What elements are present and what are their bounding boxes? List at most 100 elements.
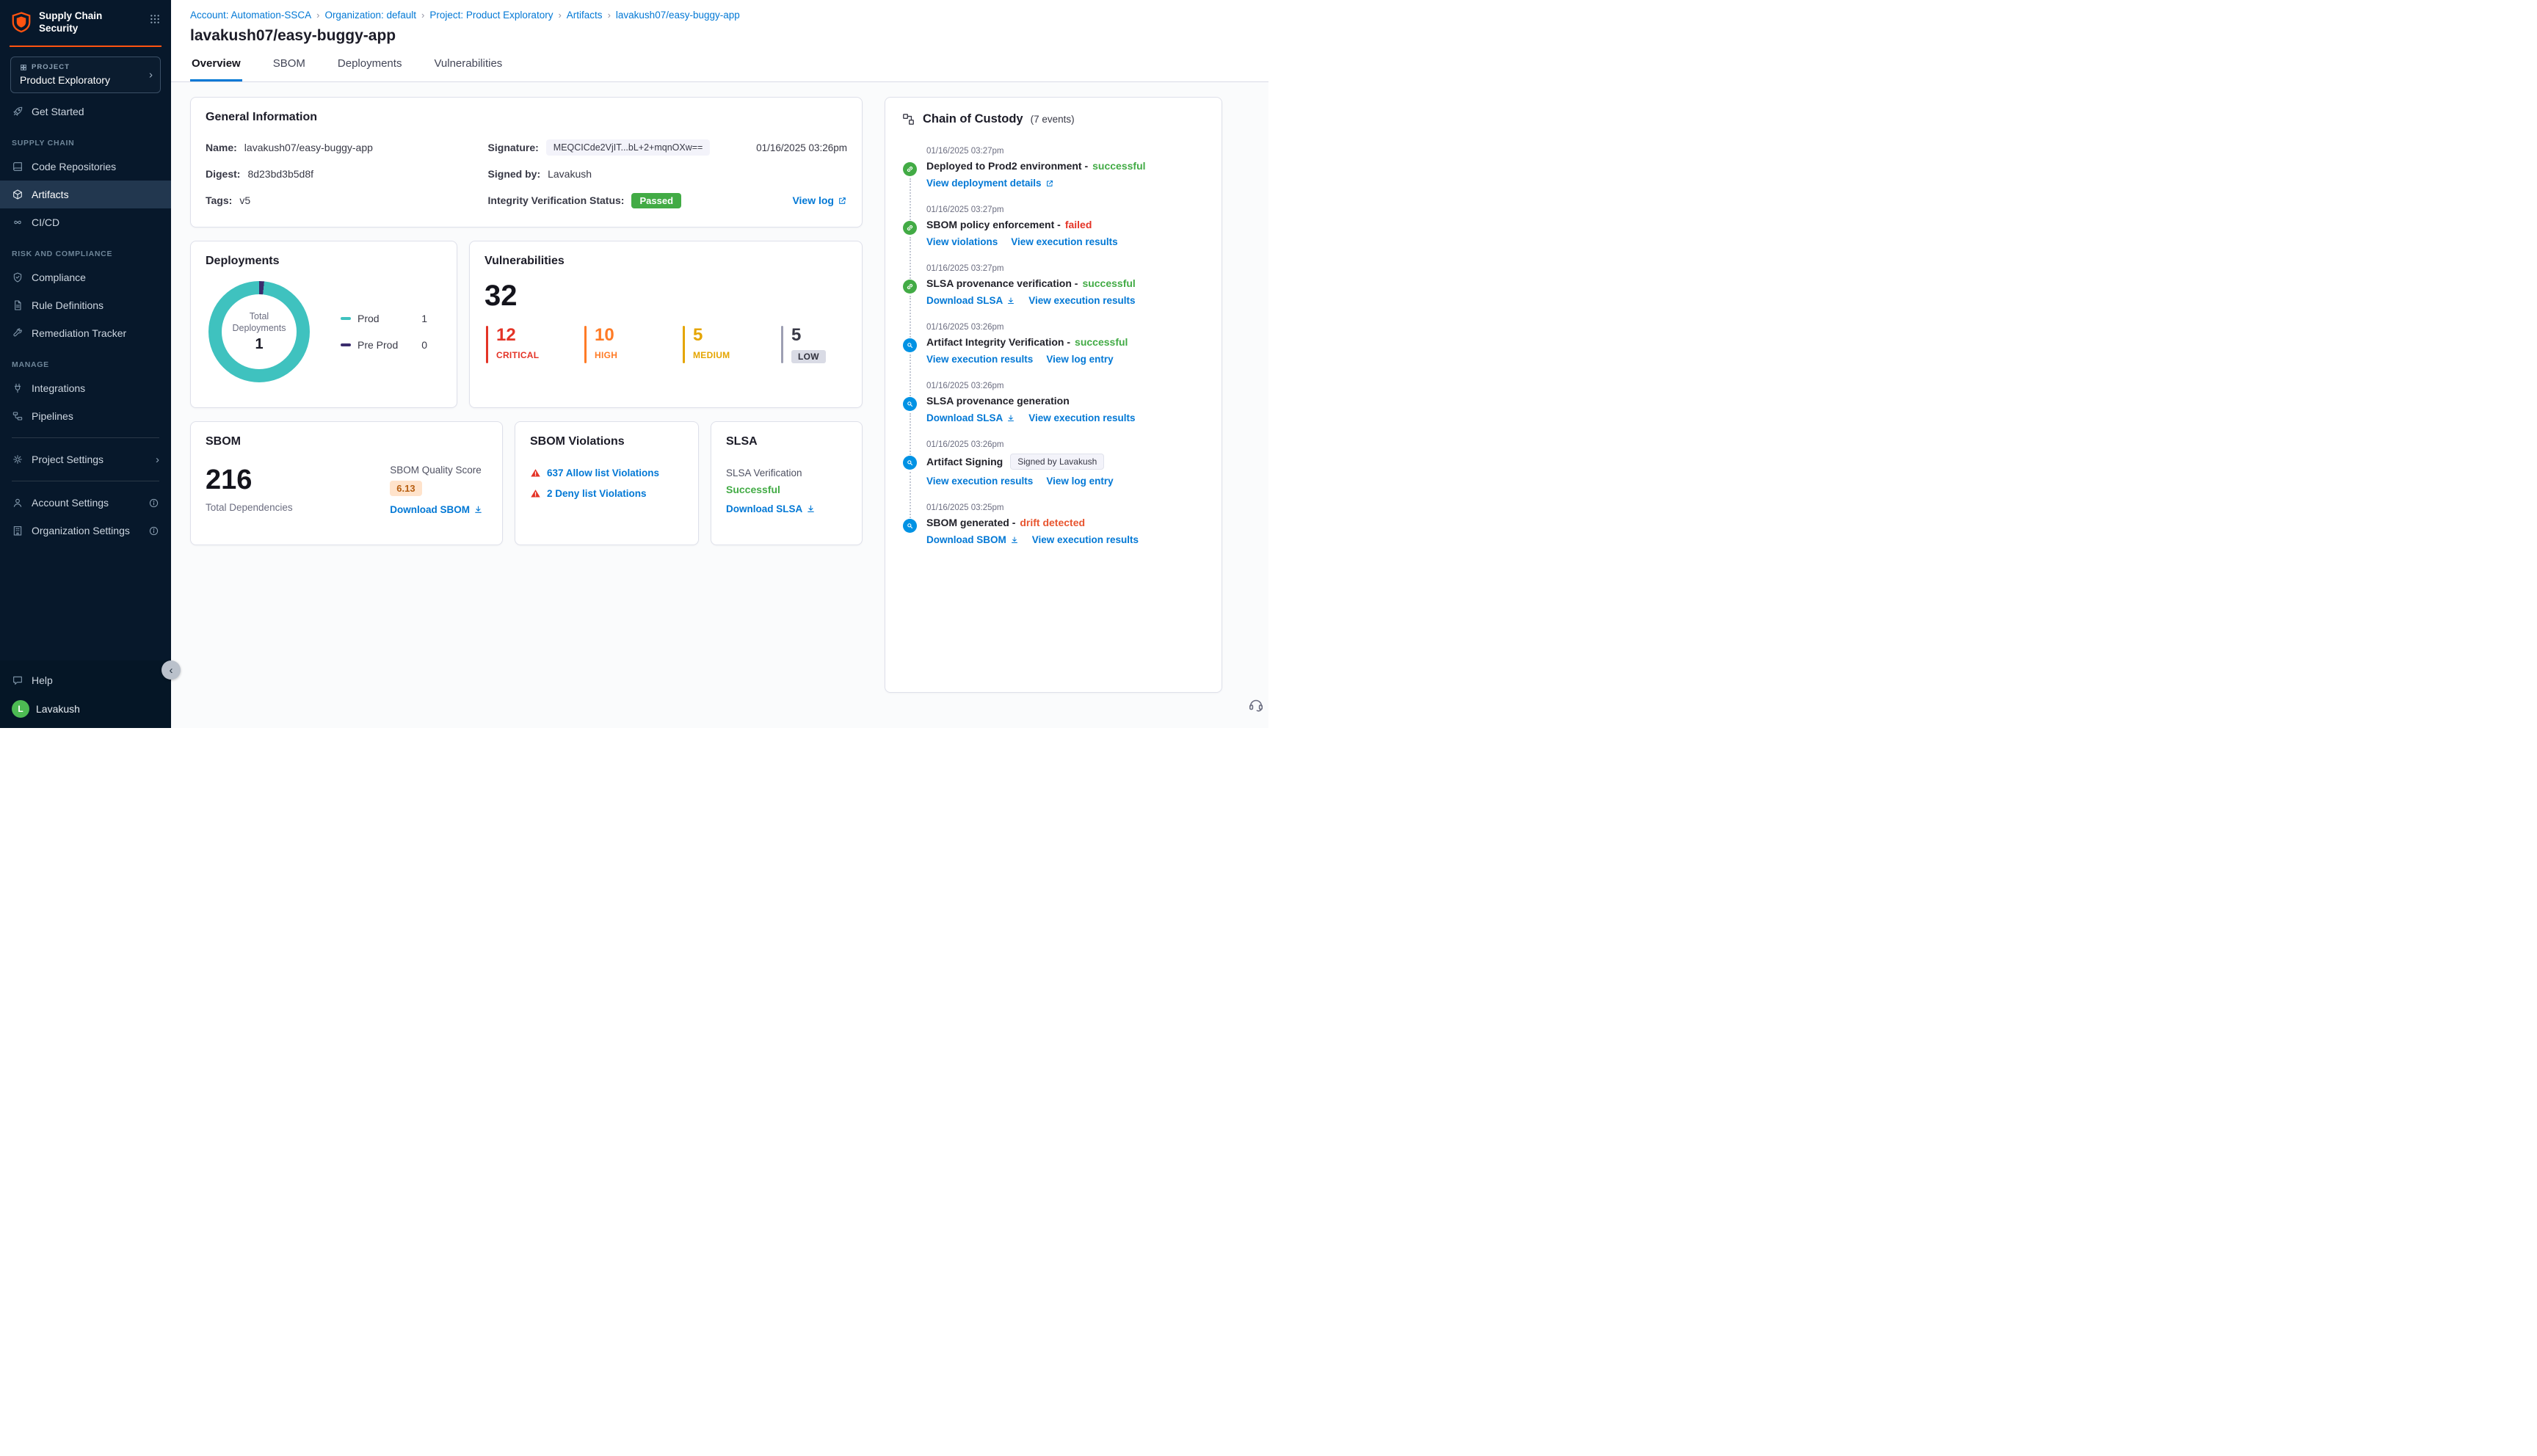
event-title: SBOM policy enforcement - failed [926,219,1092,230]
pipelines-icon [12,410,23,422]
card-title: Deployments [206,255,280,267]
breadcrumb-current[interactable]: lavakush07/easy-buggy-app [616,10,740,21]
breadcrumb-organization[interactable]: Organization: default [324,10,416,21]
severity-bar [683,326,685,364]
view-execution-results-link[interactable]: View execution results [926,476,1033,487]
download-icon [475,506,482,513]
view-log-entry-link[interactable]: View log entry [1046,354,1113,365]
breadcrumb-separator [608,10,611,21]
view-log-entry-link[interactable]: View log entry [1046,476,1113,487]
allow-list-violations-link[interactable]: 637 Allow list Violations [547,467,659,478]
card-title: SBOM [206,435,241,448]
supply-chain-security-logo-icon [10,11,32,37]
project-selector[interactable]: PROJECT Product Exploratory [10,57,161,93]
view-violations-link[interactable]: View violations [926,236,998,247]
event-links: View violations View execution results [926,236,1205,247]
sidebar-item-label: Pipelines [32,410,73,422]
sidebar-item-project-settings[interactable]: Project Settings [0,445,171,473]
event-timestamp: 01/16/2025 03:27pm [926,205,1004,214]
sidebar-item-artifacts[interactable]: Artifacts [0,181,171,208]
legend-swatch [341,317,351,320]
sidebar-collapse-button[interactable] [161,660,181,680]
tab-overview[interactable]: Overview [190,54,242,81]
card-title: General Information [206,111,318,123]
sidebar-item-integrations[interactable]: Integrations [0,374,171,402]
artifact-name: lavakush07/easy-buggy-app [244,142,373,153]
allow-list-violations-row: 637 Allow list Violations [530,467,683,478]
custody-event-slsa-generation: 01/16/2025 03:26pm SLSA provenance gener… [903,382,1205,455]
breadcrumb-account[interactable]: Account: Automation-SSCA [190,10,311,21]
breadcrumb-artifacts[interactable]: Artifacts [567,10,603,21]
view-deployment-details-link[interactable]: View deployment details [926,178,1054,189]
shield-check-icon [12,272,23,283]
download-icon [1011,536,1017,543]
deployments-card: Deployments Total Deployments 1 Prod 1 P… [190,241,457,408]
view-execution-results-link[interactable]: View execution results [1028,295,1135,306]
sidebar-item-pipelines[interactable]: Pipelines [0,402,171,430]
sidebar-item-label: Code Repositories [32,161,117,172]
sidebar-item-account-settings[interactable]: Account Settings [0,489,171,517]
download-slsa-link[interactable]: Download SLSA [926,412,1015,423]
chain-of-custody-title: Chain of Custody [923,112,1023,125]
page-header: Account: Automation-SSCA Organization: d… [171,0,1268,82]
breadcrumb: Account: Automation-SSCA Organization: d… [190,10,1249,21]
sidebar-section-supply-chain: SUPPLY CHAIN [12,139,75,148]
page: Supply Chain Security PROJECT Product Ex… [0,0,1268,728]
deny-list-violations-link[interactable]: 2 Deny list Violations [547,488,647,499]
sidebar-item-rule-definitions[interactable]: Rule Definitions [0,291,171,319]
custody-event-sbom-generated: 01/16/2025 03:25pm SBOM generated - drif… [903,503,1205,562]
verification-icon [903,456,917,470]
rocket-icon [12,106,23,117]
support-headset-icon[interactable] [1248,696,1264,716]
user-name: Lavakush [36,703,80,715]
tab-deployments[interactable]: Deployments [336,54,404,81]
severity-low: 5 LOW [781,325,835,364]
sidebar-item-help[interactable]: Help [0,666,171,694]
sidebar-item-remediation-tracker[interactable]: Remediation Tracker [0,319,171,347]
download-sbom-link[interactable]: Download SBOM [926,534,1019,545]
legend-label: Pre Prod [357,339,399,351]
content: General Information Name: lavakush07/eas… [171,82,1268,728]
view-execution-results-link[interactable]: View execution results [926,354,1033,365]
event-timestamp: 01/16/2025 03:27pm [926,264,1004,273]
signature-value: MEQCICde2VjIT...bL+2+mqnOXw== [545,139,711,156]
main-area: Account: Automation-SSCA Organization: d… [171,0,1268,728]
tab-vulnerabilities[interactable]: Vulnerabilities [432,54,504,81]
sidebar-item-organization-settings[interactable]: Organization Settings [0,517,171,545]
severity-count: 5 [693,325,703,345]
sidebar-item-get-started[interactable]: Get Started [0,98,171,125]
severity-label: LOW [791,350,826,364]
view-execution-results-link[interactable]: View execution results [1011,236,1117,247]
deployments-legend: Prod 1 Pre Prod 0 [341,313,427,351]
severity-critical: 12 CRITICAL [486,325,540,364]
integrity-row: Integrity Verification Status: Passed Vi… [488,187,847,214]
view-execution-results-link[interactable]: View execution results [1028,412,1135,423]
sbom-quality-score-value: 6.13 [390,481,422,496]
view-log-link[interactable]: View log [792,194,847,206]
custody-event-integrity-verification: 01/16/2025 03:26pm Artifact Integrity Ve… [903,323,1205,396]
event-links: Download SBOM View execution results [926,534,1205,545]
sidebar-item-code-repositories[interactable]: Code Repositories [0,153,171,181]
event-timestamp: 01/16/2025 03:25pm [926,503,1004,512]
user-menu[interactable]: L Lavakush [0,694,171,721]
event-title: Deployed to Prod2 environment - successf… [926,160,1146,172]
sidebar-item-label: Get Started [32,106,84,117]
sidebar-item-cicd[interactable]: CI/CD [0,208,171,236]
legend-count: 0 [421,339,427,351]
custody-timeline: 01/16/2025 03:27pm Deployed to Prod2 env… [901,147,1205,562]
module-grid-icon[interactable] [149,13,161,29]
info-icon [148,525,159,536]
tags-row: Tags: v5 [206,194,251,206]
download-slsa-link[interactable]: Download SLSA [726,503,816,514]
view-execution-results-link[interactable]: View execution results [1032,534,1139,545]
severity-count: 10 [595,325,614,345]
download-icon [807,505,815,512]
breadcrumb-project[interactable]: Project: Product Exploratory [429,10,553,21]
download-slsa-link[interactable]: Download SLSA [926,295,1015,306]
sidebar-item-compliance[interactable]: Compliance [0,263,171,291]
severity-breakdown: 12 CRITICAL 10 HIGH 5 MEDIUM 5 LOW [484,325,847,364]
tab-sbom[interactable]: SBOM [272,54,307,81]
download-sbom-link[interactable]: Download SBOM [390,504,483,515]
event-timestamp: 01/16/2025 03:26pm [926,323,1004,332]
legend-label: Prod [357,313,380,324]
